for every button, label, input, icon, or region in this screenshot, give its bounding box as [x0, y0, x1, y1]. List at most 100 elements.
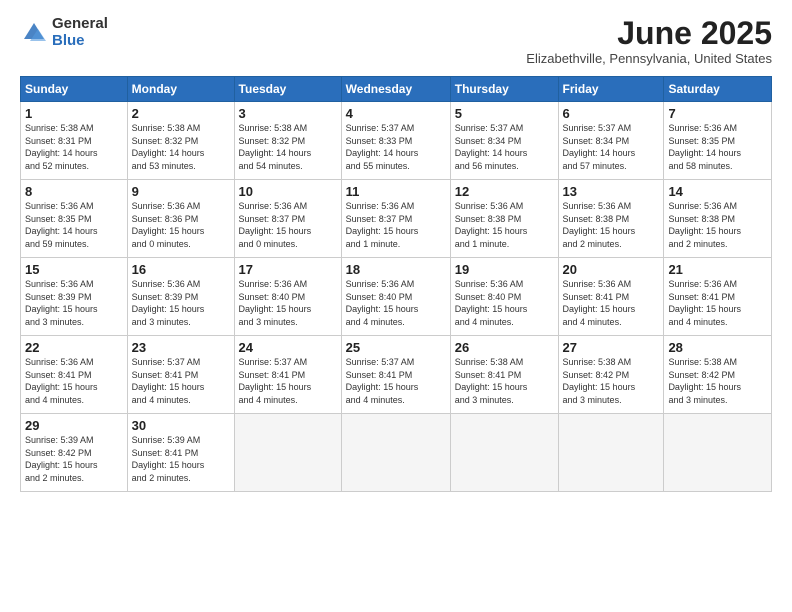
- cell-content: Sunrise: 5:38 AMSunset: 8:31 PMDaylight:…: [25, 122, 123, 172]
- logo-blue-text: Blue: [52, 33, 108, 50]
- calendar-cell: 28Sunrise: 5:38 AMSunset: 8:42 PMDayligh…: [664, 336, 772, 414]
- page: General Blue June 2025 Elizabethville, P…: [0, 0, 792, 612]
- col-header-thursday: Thursday: [450, 77, 558, 102]
- day-number: 5: [455, 106, 554, 121]
- calendar-cell: [558, 414, 664, 492]
- calendar-cell: [234, 414, 341, 492]
- cell-content: Sunrise: 5:38 AMSunset: 8:32 PMDaylight:…: [239, 122, 337, 172]
- cell-content: Sunrise: 5:37 AMSunset: 8:41 PMDaylight:…: [132, 356, 230, 406]
- title-location: Elizabethville, Pennsylvania, United Sta…: [526, 51, 772, 66]
- cell-content: Sunrise: 5:36 AMSunset: 8:38 PMDaylight:…: [563, 200, 660, 250]
- calendar-cell: 18Sunrise: 5:36 AMSunset: 8:40 PMDayligh…: [341, 258, 450, 336]
- cell-content: Sunrise: 5:36 AMSunset: 8:39 PMDaylight:…: [132, 278, 230, 328]
- calendar-cell: 29Sunrise: 5:39 AMSunset: 8:42 PMDayligh…: [21, 414, 128, 492]
- cell-content: Sunrise: 5:36 AMSunset: 8:35 PMDaylight:…: [25, 200, 123, 250]
- cell-content: Sunrise: 5:36 AMSunset: 8:40 PMDaylight:…: [239, 278, 337, 328]
- col-header-friday: Friday: [558, 77, 664, 102]
- day-number: 22: [25, 340, 123, 355]
- title-block: June 2025 Elizabethville, Pennsylvania, …: [526, 16, 772, 66]
- cell-content: Sunrise: 5:37 AMSunset: 8:41 PMDaylight:…: [346, 356, 446, 406]
- logo-general-text: General: [52, 16, 108, 33]
- cell-content: Sunrise: 5:38 AMSunset: 8:41 PMDaylight:…: [455, 356, 554, 406]
- calendar-cell: 3Sunrise: 5:38 AMSunset: 8:32 PMDaylight…: [234, 102, 341, 180]
- cell-content: Sunrise: 5:36 AMSunset: 8:40 PMDaylight:…: [455, 278, 554, 328]
- day-number: 21: [668, 262, 767, 277]
- day-number: 16: [132, 262, 230, 277]
- day-number: 9: [132, 184, 230, 199]
- day-number: 29: [25, 418, 123, 433]
- cell-content: Sunrise: 5:39 AMSunset: 8:41 PMDaylight:…: [132, 434, 230, 484]
- day-number: 15: [25, 262, 123, 277]
- calendar-cell: 16Sunrise: 5:36 AMSunset: 8:39 PMDayligh…: [127, 258, 234, 336]
- day-number: 11: [346, 184, 446, 199]
- calendar-cell: 12Sunrise: 5:36 AMSunset: 8:38 PMDayligh…: [450, 180, 558, 258]
- cell-content: Sunrise: 5:36 AMSunset: 8:37 PMDaylight:…: [239, 200, 337, 250]
- day-number: 1: [25, 106, 123, 121]
- day-number: 14: [668, 184, 767, 199]
- day-number: 17: [239, 262, 337, 277]
- cell-content: Sunrise: 5:37 AMSunset: 8:34 PMDaylight:…: [455, 122, 554, 172]
- calendar-cell: 27Sunrise: 5:38 AMSunset: 8:42 PMDayligh…: [558, 336, 664, 414]
- calendar-cell: 17Sunrise: 5:36 AMSunset: 8:40 PMDayligh…: [234, 258, 341, 336]
- col-header-monday: Monday: [127, 77, 234, 102]
- calendar-cell: 21Sunrise: 5:36 AMSunset: 8:41 PMDayligh…: [664, 258, 772, 336]
- logo: General Blue: [20, 16, 108, 49]
- calendar-week-3: 15Sunrise: 5:36 AMSunset: 8:39 PMDayligh…: [21, 258, 772, 336]
- logo-icon: [20, 19, 48, 47]
- calendar-cell: 10Sunrise: 5:36 AMSunset: 8:37 PMDayligh…: [234, 180, 341, 258]
- col-header-wednesday: Wednesday: [341, 77, 450, 102]
- cell-content: Sunrise: 5:39 AMSunset: 8:42 PMDaylight:…: [25, 434, 123, 484]
- cell-content: Sunrise: 5:37 AMSunset: 8:34 PMDaylight:…: [563, 122, 660, 172]
- col-header-tuesday: Tuesday: [234, 77, 341, 102]
- day-number: 20: [563, 262, 660, 277]
- title-month: June 2025: [526, 16, 772, 51]
- day-number: 12: [455, 184, 554, 199]
- calendar-cell: 15Sunrise: 5:36 AMSunset: 8:39 PMDayligh…: [21, 258, 128, 336]
- day-number: 30: [132, 418, 230, 433]
- calendar-cell: 13Sunrise: 5:36 AMSunset: 8:38 PMDayligh…: [558, 180, 664, 258]
- cell-content: Sunrise: 5:38 AMSunset: 8:42 PMDaylight:…: [668, 356, 767, 406]
- calendar-cell: 20Sunrise: 5:36 AMSunset: 8:41 PMDayligh…: [558, 258, 664, 336]
- cell-content: Sunrise: 5:36 AMSunset: 8:40 PMDaylight:…: [346, 278, 446, 328]
- cell-content: Sunrise: 5:36 AMSunset: 8:39 PMDaylight:…: [25, 278, 123, 328]
- day-number: 10: [239, 184, 337, 199]
- calendar-week-4: 22Sunrise: 5:36 AMSunset: 8:41 PMDayligh…: [21, 336, 772, 414]
- calendar-cell: 7Sunrise: 5:36 AMSunset: 8:35 PMDaylight…: [664, 102, 772, 180]
- col-header-saturday: Saturday: [664, 77, 772, 102]
- calendar-cell: 26Sunrise: 5:38 AMSunset: 8:41 PMDayligh…: [450, 336, 558, 414]
- calendar-cell: 19Sunrise: 5:36 AMSunset: 8:40 PMDayligh…: [450, 258, 558, 336]
- calendar-cell: [341, 414, 450, 492]
- cell-content: Sunrise: 5:36 AMSunset: 8:38 PMDaylight:…: [455, 200, 554, 250]
- cell-content: Sunrise: 5:36 AMSunset: 8:36 PMDaylight:…: [132, 200, 230, 250]
- calendar-cell: 6Sunrise: 5:37 AMSunset: 8:34 PMDaylight…: [558, 102, 664, 180]
- cell-content: Sunrise: 5:36 AMSunset: 8:35 PMDaylight:…: [668, 122, 767, 172]
- calendar-cell: 25Sunrise: 5:37 AMSunset: 8:41 PMDayligh…: [341, 336, 450, 414]
- calendar-cell: 24Sunrise: 5:37 AMSunset: 8:41 PMDayligh…: [234, 336, 341, 414]
- cell-content: Sunrise: 5:36 AMSunset: 8:37 PMDaylight:…: [346, 200, 446, 250]
- calendar-cell: 23Sunrise: 5:37 AMSunset: 8:41 PMDayligh…: [127, 336, 234, 414]
- calendar-cell: 14Sunrise: 5:36 AMSunset: 8:38 PMDayligh…: [664, 180, 772, 258]
- day-number: 24: [239, 340, 337, 355]
- day-number: 23: [132, 340, 230, 355]
- cell-content: Sunrise: 5:37 AMSunset: 8:33 PMDaylight:…: [346, 122, 446, 172]
- calendar-week-2: 8Sunrise: 5:36 AMSunset: 8:35 PMDaylight…: [21, 180, 772, 258]
- day-number: 28: [668, 340, 767, 355]
- calendar-cell: 2Sunrise: 5:38 AMSunset: 8:32 PMDaylight…: [127, 102, 234, 180]
- calendar-header-row: SundayMondayTuesdayWednesdayThursdayFrid…: [21, 77, 772, 102]
- cell-content: Sunrise: 5:36 AMSunset: 8:41 PMDaylight:…: [25, 356, 123, 406]
- day-number: 4: [346, 106, 446, 121]
- calendar-cell: 5Sunrise: 5:37 AMSunset: 8:34 PMDaylight…: [450, 102, 558, 180]
- day-number: 27: [563, 340, 660, 355]
- day-number: 26: [455, 340, 554, 355]
- cell-content: Sunrise: 5:36 AMSunset: 8:41 PMDaylight:…: [563, 278, 660, 328]
- col-header-sunday: Sunday: [21, 77, 128, 102]
- day-number: 7: [668, 106, 767, 121]
- day-number: 19: [455, 262, 554, 277]
- calendar-cell: 11Sunrise: 5:36 AMSunset: 8:37 PMDayligh…: [341, 180, 450, 258]
- calendar-cell: 1Sunrise: 5:38 AMSunset: 8:31 PMDaylight…: [21, 102, 128, 180]
- day-number: 8: [25, 184, 123, 199]
- cell-content: Sunrise: 5:36 AMSunset: 8:41 PMDaylight:…: [668, 278, 767, 328]
- day-number: 3: [239, 106, 337, 121]
- calendar-table: SundayMondayTuesdayWednesdayThursdayFrid…: [20, 76, 772, 492]
- day-number: 25: [346, 340, 446, 355]
